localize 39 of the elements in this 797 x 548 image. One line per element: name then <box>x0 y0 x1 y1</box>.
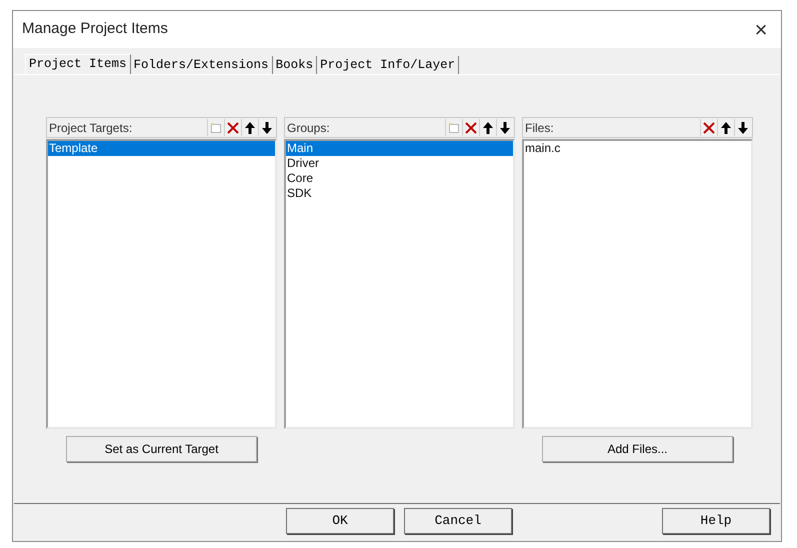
panel-button[interactable]: Set as Current Target <box>66 436 257 462</box>
new-item-button[interactable] <box>207 119 224 136</box>
tab[interactable]: Project Items <box>25 54 131 74</box>
move-down-button[interactable] <box>734 119 751 136</box>
arrow-up-icon <box>245 122 255 134</box>
list-item[interactable]: main.c <box>524 141 751 156</box>
arrow-up-icon <box>483 122 493 134</box>
list-item[interactable]: Driver <box>286 156 513 171</box>
list-item[interactable]: Template <box>48 141 275 156</box>
move-up-button[interactable] <box>241 119 258 136</box>
cross-icon <box>465 122 477 134</box>
move-up-button[interactable] <box>717 119 734 136</box>
delete-button[interactable] <box>700 119 717 136</box>
cross-icon <box>227 122 239 134</box>
move-down-button[interactable] <box>258 119 275 136</box>
panel-button[interactable]: Add Files... <box>542 436 733 462</box>
dialog-button[interactable]: Cancel <box>404 508 512 534</box>
arrow-down-icon <box>738 122 748 134</box>
move-up-button[interactable] <box>479 119 496 136</box>
close-button[interactable]: × <box>749 18 773 40</box>
new-item-icon <box>448 122 460 134</box>
cross-icon <box>703 122 715 134</box>
arrow-down-icon <box>262 122 272 134</box>
arrow-up-icon <box>721 122 731 134</box>
list-item[interactable]: Main <box>286 141 513 156</box>
arrow-down-icon <box>500 122 510 134</box>
new-item-button[interactable] <box>445 119 462 136</box>
delete-button[interactable] <box>224 119 241 136</box>
dialog-button[interactable]: OK <box>286 508 394 534</box>
panel-title: Groups: <box>287 120 330 136</box>
list-item[interactable]: SDK <box>286 186 513 201</box>
window-title: Manage Project Items <box>22 19 168 40</box>
delete-button[interactable] <box>462 119 479 136</box>
dialog-button[interactable]: Help <box>662 508 770 534</box>
move-down-button[interactable] <box>496 119 513 136</box>
list-item[interactable]: Core <box>286 171 513 186</box>
panel-title: Project Targets: <box>49 120 132 136</box>
panel-title: Files: <box>525 120 554 136</box>
new-item-icon <box>210 122 222 134</box>
